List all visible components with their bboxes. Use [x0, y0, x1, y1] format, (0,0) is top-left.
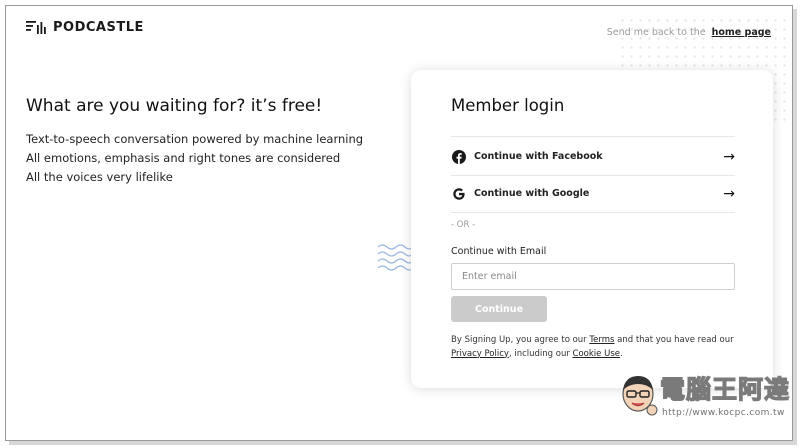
privacy-policy-link[interactable]: Privacy Policy	[451, 349, 509, 359]
google-icon	[451, 186, 466, 201]
terms-text-part: , including our	[508, 348, 573, 359]
cookie-use-link[interactable]: Cookie Use	[573, 349, 620, 359]
hero-line: All emotions, emphasis and right tones a…	[26, 151, 341, 165]
divider	[451, 136, 735, 137]
waves-icon	[377, 244, 413, 271]
google-login-button[interactable]: Continue with Google →	[451, 175, 735, 212]
terms-text-part: .	[619, 348, 623, 359]
terms-text: By Signing Up, you agree to our Terms an…	[451, 334, 741, 361]
home-page-link[interactable]: home page	[712, 27, 771, 38]
arrow-right-icon: →	[723, 148, 735, 165]
email-input[interactable]	[451, 263, 735, 290]
site-watermark: 電腦王阿達 http://www.kocpc.com.tw	[618, 366, 792, 428]
watermark-title: 電腦王阿達	[659, 374, 791, 404]
arrow-right-icon: →	[723, 185, 735, 202]
terms-text-part: By Signing Up, you agree to our	[451, 335, 590, 345]
hero-description: Text-to-speech conversation powered by m…	[26, 130, 363, 187]
home-link-row: Send me back to the home page	[607, 27, 771, 38]
terms-text-part: and that you have read our	[614, 335, 734, 345]
facebook-login-button[interactable]: Continue with Facebook →	[451, 138, 735, 175]
facebook-icon	[451, 149, 466, 164]
login-title: Member login	[451, 96, 565, 115]
google-login-label: Continue with Google	[474, 188, 590, 199]
login-card: Member login Continue with Facebook → Co…	[411, 70, 773, 388]
watermark-url: http://www.kocpc.com.tw	[662, 408, 785, 418]
brand-name: PODCASTLE	[53, 19, 144, 35]
continue-button[interactable]: Continue	[451, 296, 547, 322]
frame-shadow	[793, 9, 797, 445]
divider	[451, 212, 735, 213]
home-link-prefix: Send me back to the	[606, 27, 706, 38]
facebook-login-label: Continue with Facebook	[474, 151, 603, 162]
podcastle-logo-icon	[26, 21, 46, 34]
mascot-icon	[622, 376, 658, 416]
brand-logo[interactable]: PODCASTLE	[26, 19, 144, 35]
page-frame: PODCASTLE Send me back to the home page …	[5, 5, 793, 441]
terms-link[interactable]: Terms	[589, 335, 614, 345]
frame-shadow	[9, 441, 797, 445]
hero-line: All the voices very lifelike	[26, 170, 173, 184]
hero-line: Text-to-speech conversation powered by m…	[26, 132, 364, 146]
email-label: Continue with Email	[451, 246, 547, 257]
hero-headline: What are you waiting for? it’s free!	[26, 96, 323, 116]
or-separator: - OR -	[451, 220, 476, 230]
